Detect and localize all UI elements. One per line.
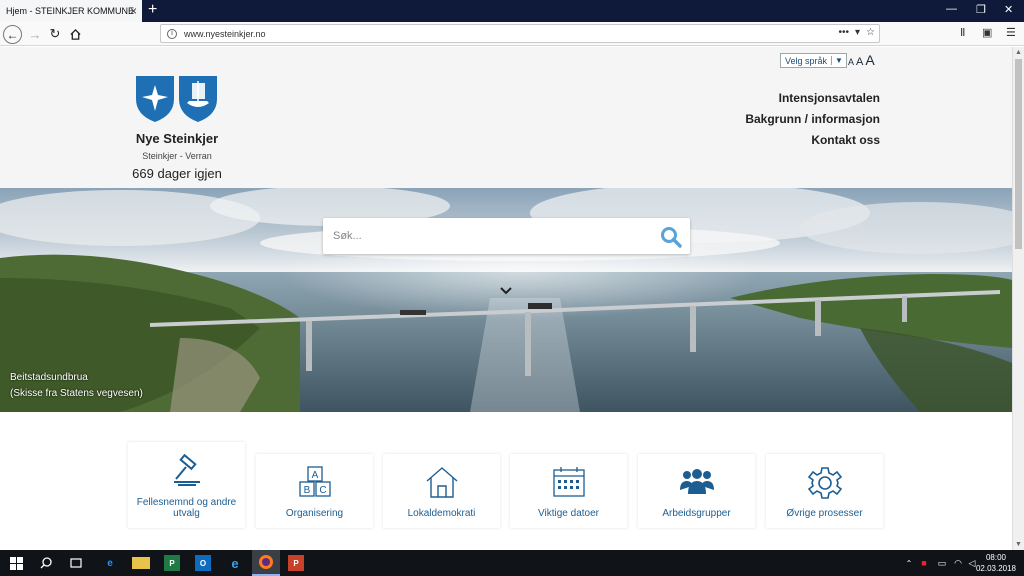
network-icon[interactable]: ◠ <box>952 555 964 571</box>
active-tab[interactable]: Hjem - STEINKJER KOMMUNE × <box>0 0 142 22</box>
nav-link-intensjonsavtalen[interactable]: Intensjonsavtalen <box>745 88 880 109</box>
minimize-icon[interactable]: — <box>946 3 957 15</box>
caption-title: Beitstadsundbrua <box>10 372 88 383</box>
scroll-down-icon[interactable]: ▼ <box>1015 541 1022 548</box>
font-size-small-button[interactable]: A <box>848 57 854 67</box>
windows-taskbar: e P O e P ⌃ ■ ▭ ◠ ◁ 08:00 02.03.2018 <box>0 550 1024 576</box>
font-size-large-button[interactable]: A <box>865 52 874 68</box>
taskbar-clock[interactable]: 08:00 02.03.2018 <box>976 552 1016 574</box>
card-label: Arbeidsgrupper <box>662 508 731 519</box>
coat-of-arms-logo[interactable] <box>135 75 219 123</box>
nav-link-kontakt[interactable]: Kontakt oss <box>745 130 880 151</box>
library-icon[interactable]: Ⅱ <box>960 26 965 39</box>
card-arbeidsgrupper[interactable]: Arbeidsgrupper <box>638 454 755 528</box>
search-taskbar-icon[interactable] <box>38 555 54 571</box>
powerpoint-icon[interactable]: P <box>288 555 304 571</box>
card-lokaldemokrati[interactable]: Lokaldemokrati <box>383 454 500 528</box>
scrollbar-thumb[interactable] <box>1015 59 1022 249</box>
svg-text:B: B <box>303 485 310 496</box>
page-actions-icon[interactable]: ••• <box>838 27 849 38</box>
page-scrollbar[interactable]: ▲ ▼ <box>1012 47 1024 550</box>
shortcut-cards: Fellesnemnd og andre utvalg ABC Organise… <box>128 442 888 532</box>
search-placeholder: Søk... <box>333 230 362 242</box>
gavel-icon <box>173 454 200 486</box>
new-tab-button[interactable]: + <box>148 1 157 19</box>
scroll-down-chevron-icon[interactable] <box>499 285 513 299</box>
url-text: www.nyesteinkjer.no <box>184 28 266 39</box>
firefox-taskbar-button[interactable] <box>252 550 280 576</box>
task-view-icon[interactable] <box>68 555 84 571</box>
people-icon <box>679 469 714 494</box>
card-label: Fellesnemnd og andre utvalg <box>136 497 237 519</box>
url-bar[interactable]: i www.nyesteinkjer.no ••• ▾ ☆ <box>160 24 880 43</box>
header-nav: Intensjonsavtalen Bakgrunn / informasjon… <box>745 88 880 151</box>
font-size-controls: A A A <box>848 52 875 68</box>
file-explorer-icon[interactable] <box>132 557 150 569</box>
card-viktige-datoer[interactable]: Viktige datoer <box>510 454 627 528</box>
windows-start-icon[interactable] <box>8 555 24 571</box>
svg-text:A: A <box>311 470 318 481</box>
house-icon <box>426 467 457 498</box>
abc-blocks-icon: AB C <box>298 466 331 497</box>
nav-link-bakgrunn[interactable]: Bakgrunn / informasjon <box>745 109 880 130</box>
tab-close-button[interactable]: × <box>130 4 137 18</box>
language-select[interactable]: Velg språk ▼ <box>780 53 847 68</box>
pocket-icon[interactable]: ▾ <box>855 27 860 38</box>
tab-title: Hjem - STEINKJER KOMMUNE <box>6 6 135 16</box>
battery-icon[interactable]: ▭ <box>936 555 948 571</box>
menu-icon[interactable]: ☰ <box>1006 26 1016 39</box>
card-organisering[interactable]: ABC Organisering <box>256 454 373 528</box>
caption-source: (Skisse fra Statens vegvesen) <box>10 388 143 399</box>
notification-icon[interactable]: ■ <box>918 555 930 571</box>
search-icon[interactable] <box>660 226 682 248</box>
countdown-text: 669 dager igjen <box>132 166 222 181</box>
calendar-icon <box>552 467 585 497</box>
card-fellesnemnd[interactable]: Fellesnemnd og andre utvalg <box>128 442 245 528</box>
internet-explorer-icon[interactable]: e <box>226 555 244 571</box>
clock-date: 02.03.2018 <box>975 564 1016 573</box>
browser-nav-bar: ← → ↻ i www.nyesteinkjer.no ••• ▾ ☆ Ⅱ ▣ … <box>0 22 1024 46</box>
reload-icon[interactable]: ↻ <box>46 25 64 43</box>
outlook-icon[interactable]: O <box>195 555 211 571</box>
scroll-up-icon[interactable]: ▲ <box>1015 49 1022 56</box>
site-header: Nye Steinkjer Steinkjer - Verran 669 dag… <box>0 47 1012 188</box>
site-info-icon[interactable]: i <box>167 28 177 39</box>
bookmark-star-icon[interactable]: ☆ <box>866 27 875 38</box>
restore-icon[interactable]: ❐ <box>976 3 986 16</box>
card-ovrige-prosesser[interactable]: Øvrige prosesser <box>766 454 883 528</box>
gear-icon <box>807 467 842 499</box>
card-label: Øvrige prosesser <box>786 508 863 519</box>
close-window-icon[interactable]: ✕ <box>1004 3 1013 16</box>
card-label: Organisering <box>285 508 344 519</box>
hero-banner: Søk... Beitstadsundbrua (Skisse fra Stat… <box>0 188 1012 412</box>
card-label: Lokaldemokrati <box>407 508 476 519</box>
sidebar-icon[interactable]: ▣ <box>982 26 992 39</box>
card-label: Viktige datoer <box>538 508 599 519</box>
font-size-medium-button[interactable]: A <box>856 56 863 68</box>
browser-tab-bar: Hjem - STEINKJER KOMMUNE × + — ❐ ✕ <box>0 0 1024 22</box>
home-icon[interactable] <box>66 25 84 43</box>
language-select-label: Velg språk <box>785 55 828 66</box>
forward-icon[interactable]: → <box>26 25 44 43</box>
dropdown-arrow-icon: ▼ <box>831 56 846 65</box>
back-icon[interactable]: ← <box>3 25 22 44</box>
search-input[interactable]: Søk... <box>323 218 690 254</box>
site-name[interactable]: Nye Steinkjer <box>100 131 254 146</box>
clock-time: 08:00 <box>985 553 1006 562</box>
svg-text:C: C <box>319 485 326 496</box>
publisher-icon[interactable]: P <box>164 555 180 571</box>
show-hidden-icons[interactable]: ⌃ <box>904 555 914 571</box>
hero-caption: Beitstadsundbrua (Skisse fra Statens veg… <box>10 370 143 402</box>
site-subtitle: Steinkjer - Verran <box>142 151 212 161</box>
edge-icon[interactable]: e <box>101 555 119 571</box>
